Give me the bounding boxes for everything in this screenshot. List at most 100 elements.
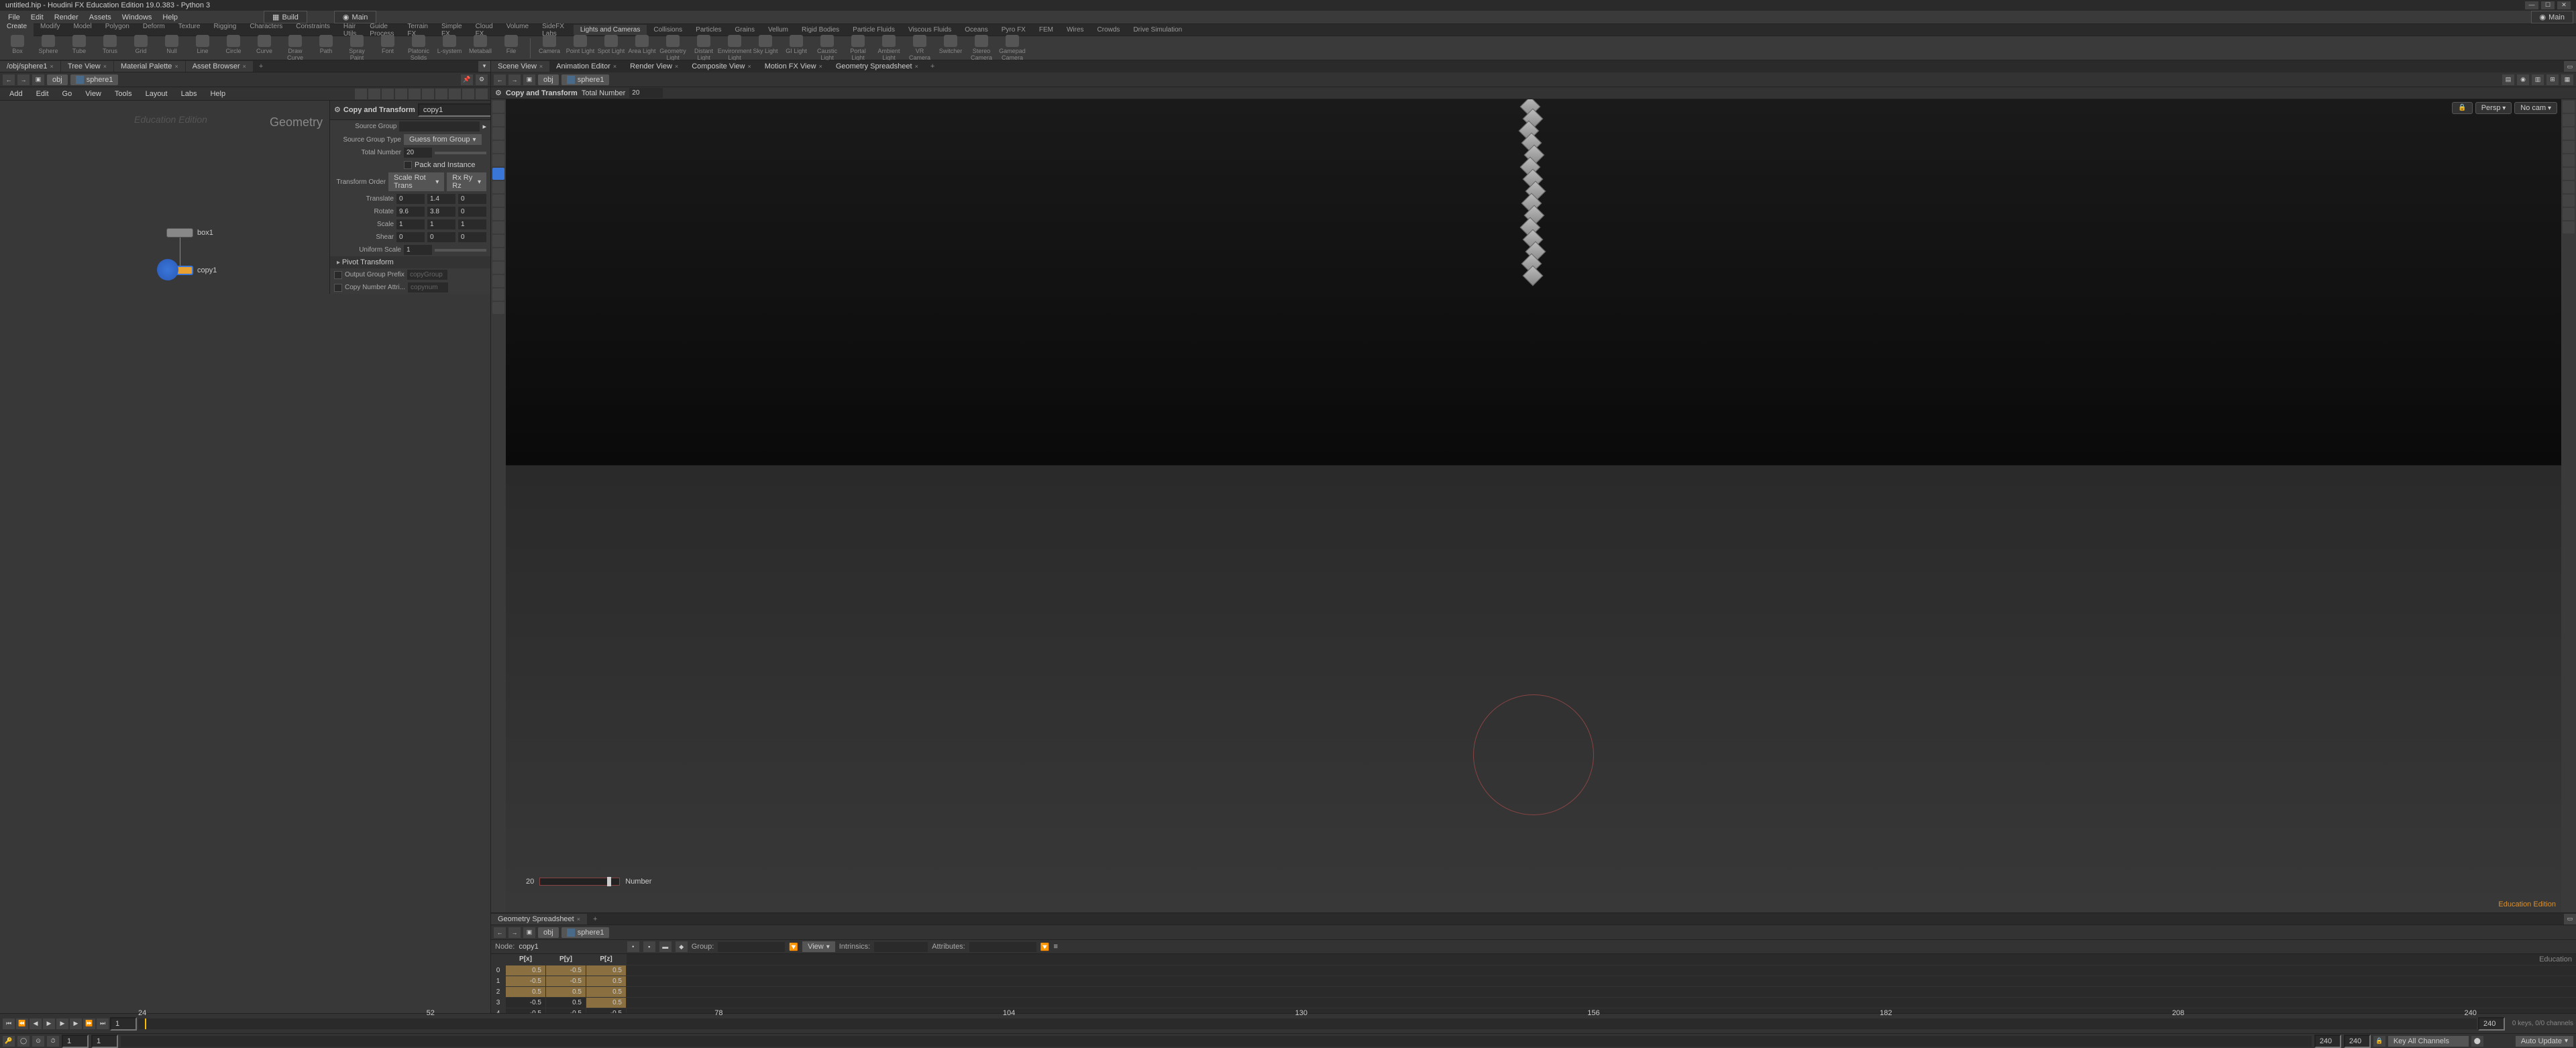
prev-frame-button[interactable]: ◀ <box>30 1018 42 1029</box>
edit-menu[interactable]: Edit <box>30 89 56 99</box>
shelf-tab[interactable]: Wires <box>1060 25 1091 35</box>
tab-assetbrowser[interactable]: Asset Browser× <box>186 61 253 72</box>
layout-selector-right[interactable]: ◉ Main <box>2531 11 2573 23</box>
handle-value-field[interactable] <box>629 88 663 98</box>
gear-icon[interactable]: ⚙ <box>495 89 502 97</box>
tab-matpalette[interactable]: Material Palette× <box>114 61 185 72</box>
tab-add[interactable]: + <box>254 61 268 72</box>
move-tool-icon[interactable] <box>492 181 504 193</box>
shelf-tool[interactable]: Null <box>157 35 186 61</box>
shelf-tool[interactable]: VR Camera <box>905 35 934 61</box>
tab-spreadsheet[interactable]: Geometry Spreadsheet× <box>491 914 587 925</box>
help-menu[interactable]: Help <box>203 89 232 99</box>
arrow-tool-icon[interactable] <box>492 154 504 166</box>
tab-anim-editor[interactable]: Animation Editor× <box>549 61 623 72</box>
node-copy1[interactable]: copy1 <box>166 266 217 275</box>
filter-icon[interactable]: 🔽 <box>789 943 798 951</box>
shelf-tool[interactable]: Sky Light <box>751 35 780 61</box>
shelf-tool[interactable]: GI Light <box>782 35 811 61</box>
snap2-icon[interactable] <box>492 235 504 247</box>
shelf-tool[interactable]: Environment Light <box>720 35 749 61</box>
inspect-icon[interactable] <box>492 302 504 314</box>
pane-menu-icon[interactable]: ▾ <box>478 61 490 72</box>
group-type-select[interactable]: Guess from Group ▾ <box>404 134 482 145</box>
sy-field[interactable] <box>427 219 455 229</box>
opt1-icon[interactable]: ◯ <box>17 1036 30 1047</box>
maximize-pane-icon[interactable]: ▭ <box>2564 914 2576 925</box>
source-group-field[interactable] <box>399 121 480 132</box>
shelf-tab[interactable]: Particle Fluids <box>846 25 902 35</box>
network-view[interactable]: Education Edition Geometry box1 copy1 ⚙ … <box>0 101 490 1013</box>
shelf-tool[interactable]: Portal Light <box>843 35 873 61</box>
shelf-tool[interactable]: Camera <box>535 35 564 61</box>
total-number-slider[interactable] <box>435 152 486 154</box>
play-button[interactable]: ▶ <box>56 1018 68 1029</box>
tab-render-view[interactable]: Render View× <box>623 61 685 72</box>
tools-menu[interactable]: Tools <box>108 89 139 99</box>
table-row[interactable]: 3-0.50.50.5 <box>491 998 2576 1008</box>
detail-mode-icon[interactable]: ◆ <box>676 941 688 952</box>
layout-menu[interactable]: Layout <box>139 89 174 99</box>
snap1-icon[interactable] <box>492 221 504 233</box>
nav-fwd-icon[interactable]: → <box>17 74 30 85</box>
uscale-field[interactable] <box>404 245 432 255</box>
play-back-button[interactable]: ▶ <box>43 1018 55 1029</box>
ry-field[interactable] <box>427 207 455 217</box>
disp-opt9-icon[interactable] <box>2563 208 2575 220</box>
disp-opt10-icon[interactable] <box>2563 221 2575 233</box>
gear-icon[interactable]: ⚙ <box>334 105 341 115</box>
crumb-obj[interactable]: obj <box>538 927 559 938</box>
opts-icon[interactable]: ≡ <box>1053 943 1057 951</box>
outprefix-checkbox[interactable] <box>334 271 342 279</box>
vp-icon1[interactable]: ▤ <box>2502 74 2514 85</box>
end-frame-field[interactable] <box>2478 1017 2505 1031</box>
find-icon[interactable] <box>355 89 367 99</box>
scale-tool-icon[interactable] <box>492 208 504 220</box>
tab-geospread[interactable]: Geometry Spreadsheet× <box>829 61 925 72</box>
vp-icon4[interactable]: ⊞ <box>2546 74 2559 85</box>
range-end2[interactable] <box>2344 1035 2371 1048</box>
first-frame-button[interactable]: ⏮ <box>3 1018 15 1029</box>
rot-order-select[interactable]: Rx Ry Rz ▾ <box>447 172 486 191</box>
table-row[interactable]: 1-0.5-0.50.5 <box>491 976 2576 987</box>
tx-field[interactable] <box>396 194 425 204</box>
point-tool-icon[interactable] <box>492 114 504 126</box>
shelf-tool[interactable]: Distant Light <box>689 35 718 61</box>
camera-selector[interactable]: No cam ▾ <box>2514 102 2557 114</box>
next-frame-button[interactable]: ▶ <box>70 1018 82 1029</box>
reselect-icon[interactable]: ▸ <box>482 122 486 131</box>
prim-tool-icon[interactable] <box>492 141 504 153</box>
uscale-slider[interactable] <box>435 249 486 252</box>
tz-field[interactable] <box>458 194 486 204</box>
nav-back-icon[interactable]: ← <box>3 74 15 85</box>
tab-add[interactable]: + <box>925 61 940 72</box>
disp-opt1-icon[interactable] <box>2563 101 2575 113</box>
range-end1[interactable] <box>2314 1035 2341 1048</box>
shelf-tool[interactable]: Gamepad Camera <box>998 35 1027 61</box>
shelf-tab[interactable]: Grains <box>729 25 761 35</box>
shelf-tool[interactable]: Ambient Light <box>874 35 904 61</box>
disp-opt7-icon[interactable] <box>2563 181 2575 193</box>
persp-selector[interactable]: Persp ▾ <box>2475 102 2512 114</box>
close-icon[interactable]: × <box>103 63 107 70</box>
shelf-tool[interactable]: Caustic Light <box>812 35 842 61</box>
shelf-tab[interactable]: Collisions <box>647 25 689 35</box>
folder-icon[interactable]: ▣ <box>32 74 44 85</box>
shelf-tab[interactable]: Oceans <box>958 25 994 35</box>
close-icon[interactable]: × <box>174 63 178 70</box>
table-row[interactable]: 20.50.50.5 <box>491 987 2576 998</box>
crumb-sphere1[interactable]: sphere1 <box>561 927 610 938</box>
shelf-tool[interactable]: Stereo Camera <box>967 35 996 61</box>
next-key-button[interactable]: ⏩ <box>83 1018 95 1029</box>
table-row[interactable]: 00.5-0.50.5 <box>491 965 2576 976</box>
autoupdate-select[interactable]: Auto Update ▾ <box>2516 1036 2573 1047</box>
vtx-mode-icon[interactable]: ▪ <box>643 941 655 952</box>
rz-field[interactable] <box>458 207 486 217</box>
maximize-pane-icon[interactable]: ▭ <box>2564 61 2576 72</box>
shelf-tab[interactable]: FEM <box>1032 25 1060 35</box>
sx-field[interactable] <box>396 219 425 229</box>
shelf-tool[interactable]: Point Light <box>566 35 595 61</box>
shelf-tool[interactable]: File <box>496 35 526 61</box>
go-menu[interactable]: Go <box>56 89 79 99</box>
shelf-tab[interactable]: Particles <box>689 25 728 35</box>
